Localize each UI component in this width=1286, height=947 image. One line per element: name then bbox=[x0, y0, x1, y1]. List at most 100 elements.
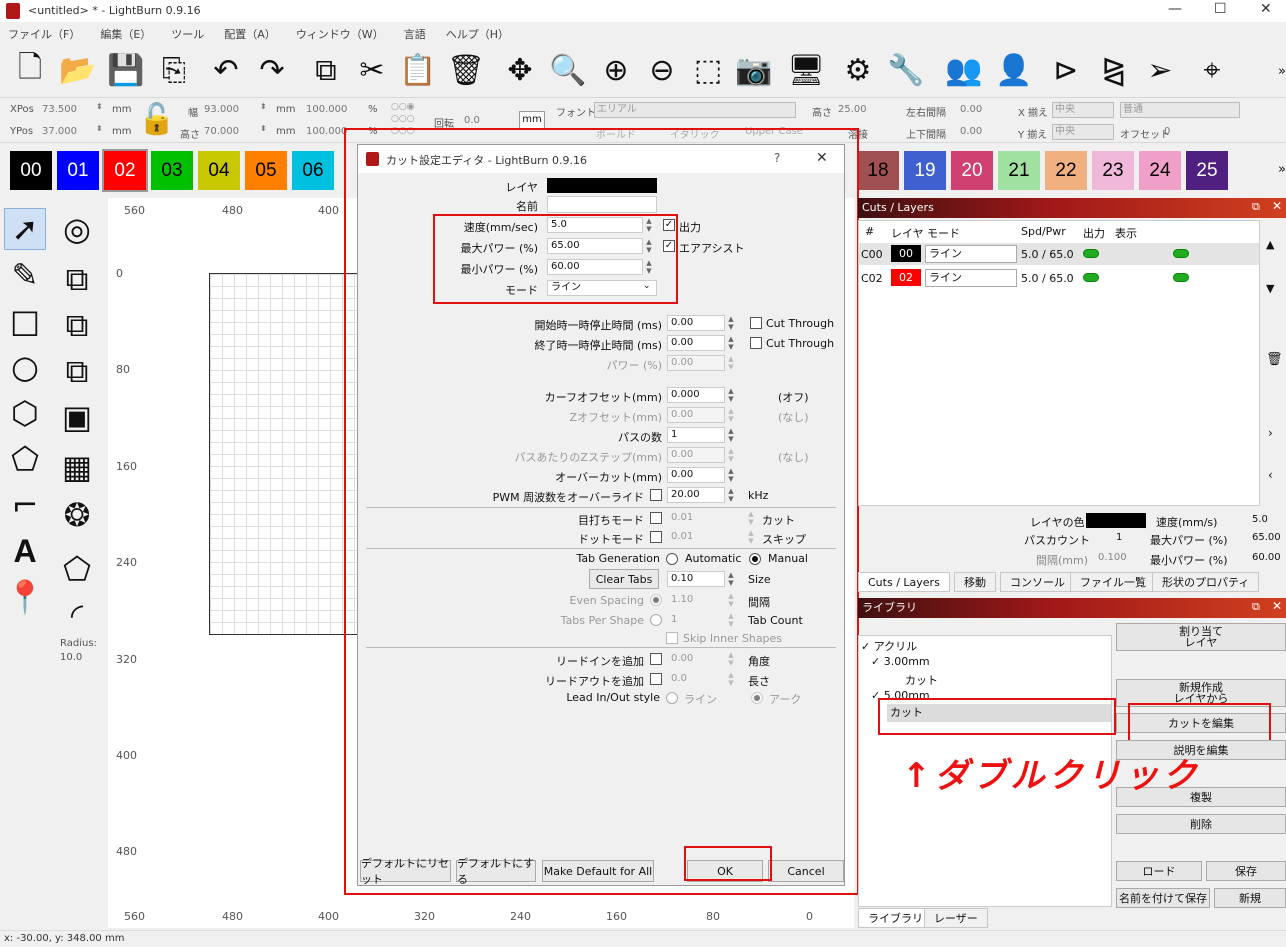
power-input[interactable]: 0.00 bbox=[667, 355, 725, 371]
palette-swatch[interactable]: 02 bbox=[102, 149, 148, 192]
perforation-spinner-icon[interactable]: ▲ ▼ bbox=[746, 510, 756, 526]
row-mode-select[interactable]: ライン bbox=[925, 245, 1017, 263]
pwm-input[interactable]: 20.00 bbox=[667, 487, 725, 503]
menu-file[interactable]: ファイル（F） bbox=[8, 26, 80, 42]
tabs-per-shape-input[interactable]: 1 bbox=[667, 612, 725, 628]
load-button[interactable]: ロード bbox=[1116, 861, 1202, 881]
automatic-radio[interactable] bbox=[666, 553, 678, 565]
lead-style-arc-radio[interactable] bbox=[751, 692, 763, 704]
zoom-page-icon[interactable]: 🔍 bbox=[548, 50, 588, 90]
library-close-icon[interactable]: ✕ bbox=[1272, 599, 1282, 613]
maximize-icon[interactable]: ☐ bbox=[1214, 1, 1227, 17]
output-toggle-icon[interactable] bbox=[1083, 273, 1099, 282]
expand-right-icon[interactable]: › bbox=[1268, 426, 1273, 440]
library-float-icon[interactable]: ⧉ bbox=[1252, 600, 1260, 614]
kerf-input[interactable]: 0.000 bbox=[667, 387, 725, 403]
show-toggle-icon[interactable] bbox=[1173, 273, 1189, 282]
pencil-icon[interactable]: ✎ bbox=[4, 254, 46, 296]
open-folder-icon[interactable]: 📂 bbox=[58, 50, 98, 90]
toolbar-more-icon[interactable]: » bbox=[1278, 64, 1286, 79]
lock-icon[interactable]: 🔓 bbox=[138, 102, 175, 137]
lead-style-line-radio[interactable] bbox=[666, 692, 678, 704]
boolean-intersect-icon[interactable]: ⧉ bbox=[56, 350, 98, 392]
lead-out-checkbox[interactable] bbox=[650, 673, 662, 685]
zoom-in-icon[interactable]: ⊕ bbox=[596, 50, 636, 90]
tab-file-list[interactable]: ファイル一覧 bbox=[1070, 572, 1156, 592]
tab-laser[interactable]: レーザー bbox=[924, 908, 988, 928]
table-row[interactable]: C00 00 ライン 5.0 / 65.0 bbox=[859, 243, 1259, 265]
row-mode-select[interactable]: ライン bbox=[925, 269, 1017, 287]
palette-swatch[interactable]: 20 bbox=[951, 151, 993, 190]
radius-value[interactable]: 10.0 bbox=[60, 652, 82, 663]
even-spacing-spinner-icon[interactable]: ▲ ▼ bbox=[726, 592, 736, 608]
palette-swatch[interactable]: 03 bbox=[151, 151, 193, 190]
lead-out-spinner-icon[interactable]: ▲ ▼ bbox=[726, 671, 736, 687]
xpos-value[interactable]: 73.500 bbox=[42, 104, 77, 115]
start-delay-input[interactable]: 0.00 bbox=[667, 315, 725, 331]
manual-radio[interactable] bbox=[749, 553, 761, 565]
max-power-value[interactable]: 65.00 bbox=[1252, 532, 1281, 543]
rectangle-icon[interactable]: □ bbox=[4, 300, 46, 342]
overcut-spinner-icon[interactable]: ▲ ▼ bbox=[726, 467, 736, 483]
output-toggle-icon[interactable] bbox=[1083, 249, 1099, 258]
tree-item-acrylic[interactable]: ✓ アクリル bbox=[861, 638, 917, 654]
move-down-icon[interactable]: ▼ bbox=[1266, 282, 1274, 295]
even-spacing-input[interactable]: 1.10 bbox=[667, 592, 725, 608]
kerf-spinner-icon[interactable]: ▲ ▼ bbox=[726, 387, 736, 403]
clear-tabs-button[interactable]: Clear Tabs bbox=[589, 569, 659, 589]
delete-button[interactable]: 削除 bbox=[1116, 814, 1286, 834]
lead-in-spinner-icon[interactable]: ▲ ▼ bbox=[726, 651, 736, 667]
save-as-button[interactable]: 名前を付けて保存 bbox=[1116, 888, 1210, 908]
import-icon[interactable]: ⎘ bbox=[154, 50, 194, 90]
z-offset-input[interactable]: 0.00 bbox=[667, 407, 725, 423]
delete-layer-icon[interactable]: 🗑 bbox=[1266, 352, 1283, 367]
tab-shape-properties[interactable]: 形状のプロパティ bbox=[1152, 572, 1260, 592]
ypos-value[interactable]: 37.000 bbox=[42, 126, 77, 137]
z-offset-spinner-icon[interactable]: ▲ ▼ bbox=[726, 407, 736, 423]
text-tool-icon[interactable]: A bbox=[4, 530, 46, 572]
z-step-input[interactable]: 0.00 bbox=[667, 447, 725, 463]
end-delay-input[interactable]: 0.00 bbox=[667, 335, 725, 351]
reset-default-button[interactable]: デフォルトにリセット bbox=[360, 857, 451, 886]
height-spinner-icon[interactable]: ⬍ bbox=[260, 124, 267, 133]
pwm-spinner-icon[interactable]: ▲ ▼ bbox=[726, 487, 736, 503]
move-up-icon[interactable]: ▲ bbox=[1266, 238, 1274, 251]
tools-wrench-icon[interactable]: 🔧 bbox=[886, 50, 926, 90]
palette-swatch[interactable]: 19 bbox=[904, 151, 946, 190]
make-default-button[interactable]: デフォルトにする bbox=[456, 857, 536, 886]
tabs-per-shape-radio[interactable] bbox=[650, 614, 662, 626]
passes-input[interactable]: 1 bbox=[667, 427, 725, 443]
tab-cuts-layers[interactable]: Cuts / Layers bbox=[858, 572, 950, 592]
pentagon-icon[interactable]: ⬠ bbox=[4, 438, 46, 480]
palette-more-icon[interactable]: » bbox=[1278, 162, 1286, 177]
pwm-checkbox[interactable] bbox=[650, 489, 662, 501]
mirror-icon[interactable]: ⧎ bbox=[1094, 50, 1134, 90]
cuts-float-icon[interactable]: ⧉ bbox=[1252, 200, 1260, 214]
close-window-icon[interactable]: ✕ bbox=[1260, 1, 1272, 17]
menu-help[interactable]: ヘルプ（H） bbox=[446, 26, 509, 42]
overcut-input[interactable]: 0.00 bbox=[667, 467, 725, 483]
copy-icon[interactable]: ⧉ bbox=[306, 50, 346, 90]
collapse-left-icon[interactable]: ‹ bbox=[1268, 468, 1273, 482]
redo-icon[interactable]: ↷ bbox=[252, 50, 292, 90]
grid-array-icon[interactable]: ▦ bbox=[56, 446, 98, 488]
yalign-select[interactable]: 中央 bbox=[1052, 124, 1114, 140]
tree-expand-icon[interactable]: ✓ bbox=[861, 640, 870, 653]
assign-to-layer-button[interactable]: 割り当て レイヤ bbox=[1116, 623, 1286, 651]
boolean-union-icon[interactable]: ⧉ bbox=[56, 258, 98, 300]
palette-swatch[interactable]: 00 bbox=[10, 151, 52, 190]
hspace-value[interactable]: 0.00 bbox=[960, 104, 982, 115]
users-group-icon[interactable]: 👥 bbox=[944, 50, 984, 90]
monitor-icon[interactable]: 🖥 bbox=[786, 50, 826, 90]
tab-console[interactable]: コンソール bbox=[1000, 572, 1075, 592]
tabs-per-shape-spinner-icon[interactable]: ▲ ▼ bbox=[726, 612, 736, 628]
tab-move[interactable]: 移動 bbox=[954, 572, 996, 592]
cuts-close-icon[interactable]: ✕ bbox=[1272, 199, 1282, 213]
save-icon[interactable]: 💾 bbox=[106, 50, 146, 90]
dot-mode-checkbox[interactable] bbox=[650, 531, 662, 543]
even-spacing-radio[interactable] bbox=[650, 594, 662, 606]
perforation-checkbox[interactable] bbox=[650, 512, 662, 524]
layer-name-input[interactable] bbox=[547, 196, 657, 213]
palette-swatch[interactable]: 24 bbox=[1139, 151, 1181, 190]
width-percent[interactable]: 100.000 bbox=[306, 104, 347, 115]
